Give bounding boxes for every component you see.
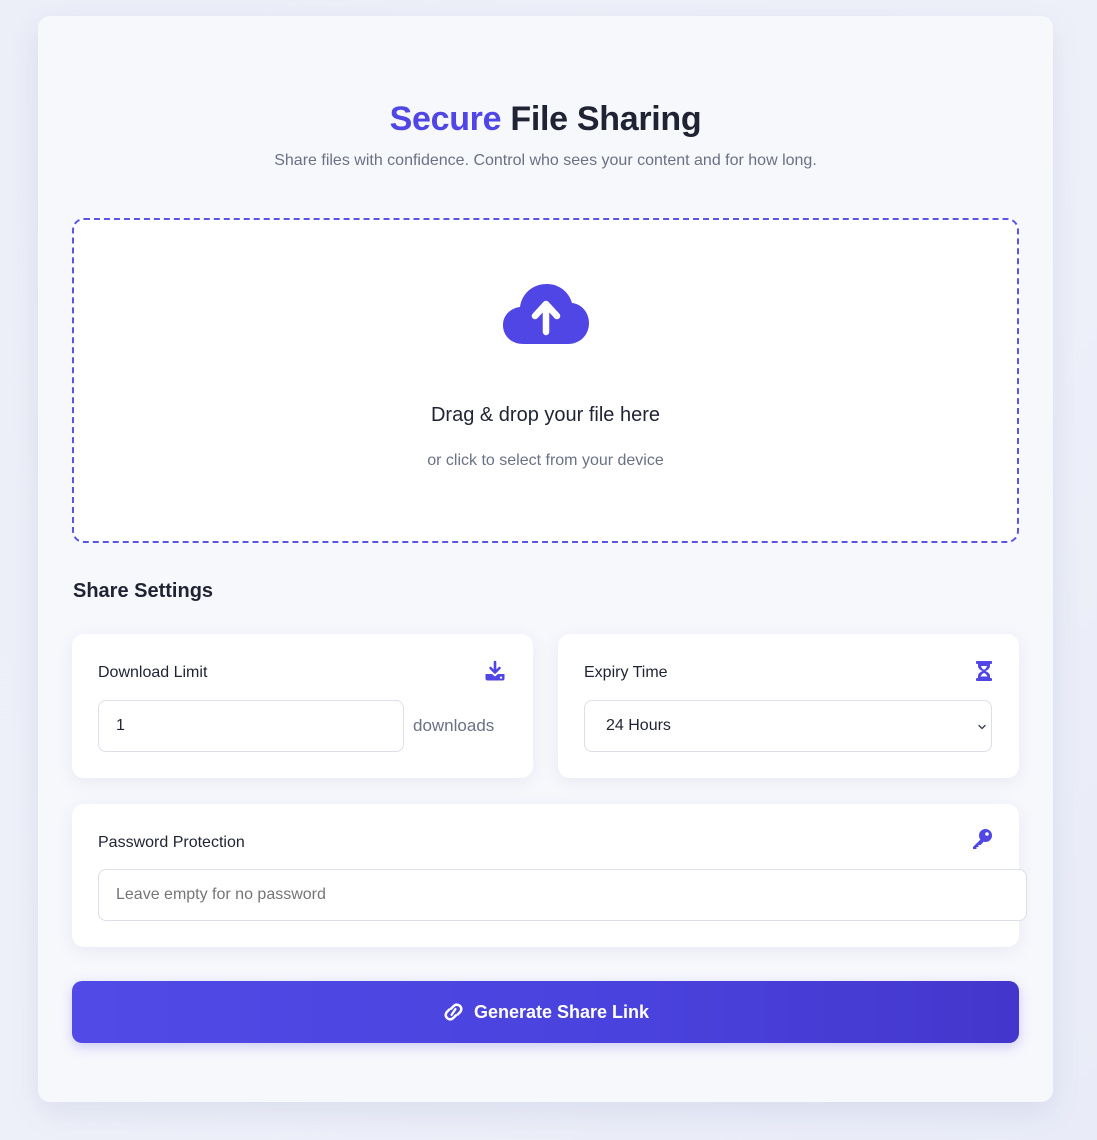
chevron-down-icon — [978, 724, 986, 730]
password-protection-panel: Password Protection — [72, 804, 1027, 947]
file-dropzone[interactable]: Drag & drop your file here or click to s… — [72, 218, 1019, 543]
page-subtitle: Share files with confidence. Control who… — [274, 152, 817, 169]
share-card: Secure File Sharing Share files with con… — [38, 16, 1053, 1102]
expiry-time-panel: Expiry Time 24 Hours — [558, 634, 1019, 778]
expiry-time-label: Expiry Time — [584, 664, 668, 681]
password-protection-label: Password Protection — [98, 834, 245, 851]
download-limit-label: Download Limit — [98, 664, 208, 681]
dropzone-subtitle: or click to select from your device — [427, 452, 664, 469]
title-accent: Secure — [389, 100, 502, 138]
hourglass-icon — [976, 661, 992, 681]
share-settings-heading: Share Settings — [73, 580, 214, 602]
password-input[interactable] — [98, 869, 1027, 921]
download-icon — [485, 660, 505, 681]
download-limit-input[interactable]: 1 — [98, 700, 404, 752]
title-rest: File Sharing — [510, 100, 702, 138]
page-title: Secure File Sharing — [38, 100, 1053, 139]
key-icon — [973, 829, 992, 849]
expiry-time-select[interactable]: 24 Hours — [584, 700, 992, 752]
downloads-unit-label: downloads — [413, 716, 495, 735]
generate-share-link-label: Generate Share Link — [473, 1001, 650, 1022]
dropzone-title: Drag & drop your file here — [430, 404, 660, 426]
expiry-selected-value: 24 Hours — [606, 717, 671, 734]
cloud-upload-icon — [503, 284, 589, 344]
download-limit-panel: Download Limit 1 downloads — [72, 634, 533, 778]
link-icon — [444, 1003, 463, 1021]
generate-share-link-button[interactable]: Generate Share Link — [72, 981, 1019, 1043]
